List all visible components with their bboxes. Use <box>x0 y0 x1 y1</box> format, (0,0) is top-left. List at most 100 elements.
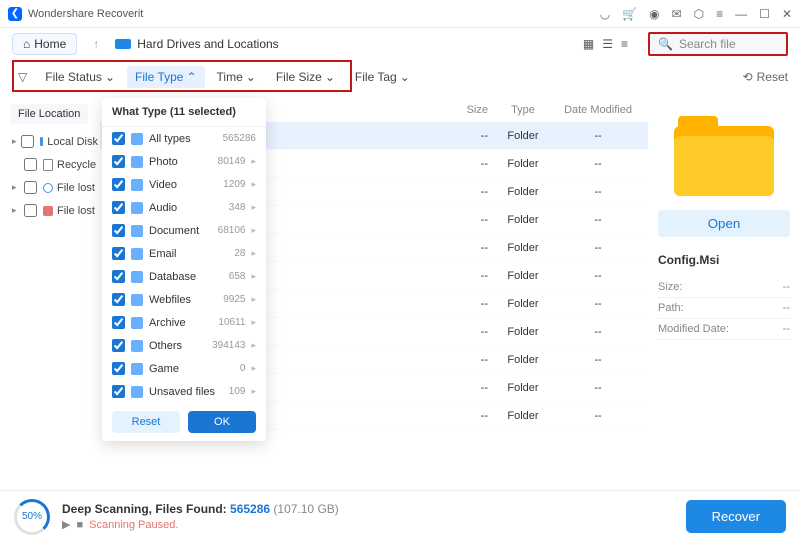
files-found-size: (107.10 GB) <box>273 502 338 516</box>
type-name: Webfiles <box>149 294 217 306</box>
type-checkbox[interactable] <box>112 178 125 191</box>
type-checkbox[interactable] <box>112 316 125 329</box>
expand-icon[interactable]: ▸ <box>12 205 20 216</box>
tree-checkbox[interactable] <box>24 181 37 194</box>
disk-icon <box>40 137 44 146</box>
tree-checkbox[interactable] <box>24 158 37 171</box>
dropdown-ok-button[interactable]: OK <box>188 411 256 433</box>
dropdown-reset-button[interactable]: Reset <box>112 411 180 433</box>
search-placeholder: Search file <box>679 37 736 51</box>
type-row-others[interactable]: Others 394143 ▸ <box>102 334 266 357</box>
shield-icon[interactable]: ⬡ <box>694 7 704 21</box>
type-checkbox[interactable] <box>112 339 125 352</box>
filter-time[interactable]: Time⌄ <box>209 66 264 88</box>
recover-button[interactable]: Recover <box>686 500 786 533</box>
tree-item-recycle[interactable]: Recycle <box>10 153 100 176</box>
type-checkbox[interactable] <box>112 132 125 145</box>
row-type: Folder <box>488 382 558 394</box>
type-row-webfiles[interactable]: Webfiles 9925 ▸ <box>102 288 266 311</box>
type-icon <box>131 225 143 237</box>
detail-view-icon[interactable]: ☰ <box>602 37 613 51</box>
type-checkbox[interactable] <box>112 224 125 237</box>
row-size: -- <box>438 298 488 310</box>
type-checkbox[interactable] <box>112 362 125 375</box>
filter-reset[interactable]: ⟲ Reset <box>743 70 788 84</box>
type-checkbox[interactable] <box>112 293 125 306</box>
breadcrumb[interactable]: Hard Drives and Locations <box>115 37 278 51</box>
type-row-document[interactable]: Document 68106 ▸ <box>102 219 266 242</box>
grid-view-icon[interactable]: ▦ <box>583 37 594 51</box>
type-row-photo[interactable]: Photo 80149 ▸ <box>102 150 266 173</box>
tree-item-file-lost-2[interactable]: ▸File lost <box>10 199 100 222</box>
type-row-email[interactable]: Email 28 ▸ <box>102 242 266 265</box>
account-icon[interactable]: ◡ <box>600 7 610 21</box>
type-row-audio[interactable]: Audio 348 ▸ <box>102 196 266 219</box>
file-location-tab[interactable]: File Location <box>10 104 88 124</box>
play-icon[interactable]: ▶ <box>62 518 70 531</box>
dropdown-header: What Type (11 selected) <box>102 98 266 127</box>
trash-icon <box>43 159 53 171</box>
stop-icon[interactable]: ■ <box>76 519 83 531</box>
menu-icon[interactable]: ≡ <box>716 7 723 21</box>
filter-icon[interactable]: ▽ <box>12 70 33 84</box>
type-name: Email <box>149 248 228 260</box>
type-checkbox[interactable] <box>112 385 125 398</box>
expand-icon[interactable]: ▸ <box>12 182 20 193</box>
search-icon: 🔍 <box>658 37 673 51</box>
row-size: -- <box>438 382 488 394</box>
search-input[interactable]: 🔍 Search file <box>648 32 788 56</box>
filter-file-size[interactable]: File Size⌄ <box>268 66 343 88</box>
col-type[interactable]: Type <box>488 104 558 116</box>
home-label: Home <box>34 37 66 51</box>
type-icon <box>131 179 143 191</box>
type-name: Database <box>149 271 223 283</box>
window-buttons: ◡ 🛒 ◉ ✉ ⬡ ≡ — ☐ ✕ <box>600 7 792 21</box>
type-count: 68106 <box>218 225 246 236</box>
home-button[interactable]: ⌂ Home <box>12 33 77 55</box>
expand-icon[interactable]: ▸ <box>12 136 17 147</box>
type-row-video[interactable]: Video 1209 ▸ <box>102 173 266 196</box>
type-count: 80149 <box>218 156 246 167</box>
up-button[interactable]: ↑ <box>87 37 105 51</box>
chevron-right-icon: ▸ <box>251 340 256 351</box>
type-row-all-types[interactable]: All types 565286 <box>102 127 266 150</box>
close-icon[interactable]: ✕ <box>782 7 792 21</box>
minimize-icon[interactable]: — <box>735 7 747 21</box>
preview-path-value: -- <box>783 302 790 314</box>
open-button[interactable]: Open <box>658 210 790 237</box>
type-count: 28 <box>234 248 245 259</box>
row-type: Folder <box>488 214 558 226</box>
main-content: File Location ▸Local Disk Recycle ▸ File … <box>0 98 800 490</box>
preview-size-value: -- <box>783 281 790 293</box>
chevron-right-icon: ▸ <box>251 294 256 305</box>
list-view-icon[interactable]: ≡ <box>621 37 628 51</box>
tree-item-local-disk[interactable]: ▸Local Disk <box>10 130 100 153</box>
type-checkbox[interactable] <box>112 247 125 260</box>
maximize-icon[interactable]: ☐ <box>759 7 770 21</box>
tree-checkbox[interactable] <box>24 204 37 217</box>
type-icon <box>131 248 143 260</box>
support-icon[interactable]: ◉ <box>649 7 659 21</box>
tree-label: File lost <box>57 182 95 194</box>
view-mode-buttons: ▦ ☰ ≡ <box>583 37 628 51</box>
type-row-database[interactable]: Database 658 ▸ <box>102 265 266 288</box>
type-row-unsaved-files[interactable]: Unsaved files 109 ▸ <box>102 380 266 403</box>
type-checkbox[interactable] <box>112 270 125 283</box>
type-row-archive[interactable]: Archive 10611 ▸ <box>102 311 266 334</box>
tree-item-file-lost-1[interactable]: ▸ File lost <box>10 176 100 199</box>
type-row-game[interactable]: Game 0 ▸ <box>102 357 266 380</box>
tree-checkbox[interactable] <box>21 135 34 148</box>
filter-file-status[interactable]: File Status⌄ <box>37 66 123 88</box>
type-checkbox[interactable] <box>112 155 125 168</box>
app-logo-icon: ❮ <box>8 7 22 21</box>
col-size[interactable]: Size <box>438 104 488 116</box>
chevron-down-icon: ⌄ <box>400 70 410 84</box>
filter-file-type[interactable]: File Type⌃ <box>127 66 205 88</box>
cart-icon[interactable]: 🛒 <box>622 7 637 21</box>
type-name: Unsaved files <box>149 386 223 398</box>
col-date[interactable]: Date Modified <box>558 104 638 116</box>
filter-file-tag[interactable]: File Tag⌄ <box>347 66 418 88</box>
type-checkbox[interactable] <box>112 201 125 214</box>
row-type: Folder <box>488 298 558 310</box>
mail-icon[interactable]: ✉ <box>672 7 682 21</box>
